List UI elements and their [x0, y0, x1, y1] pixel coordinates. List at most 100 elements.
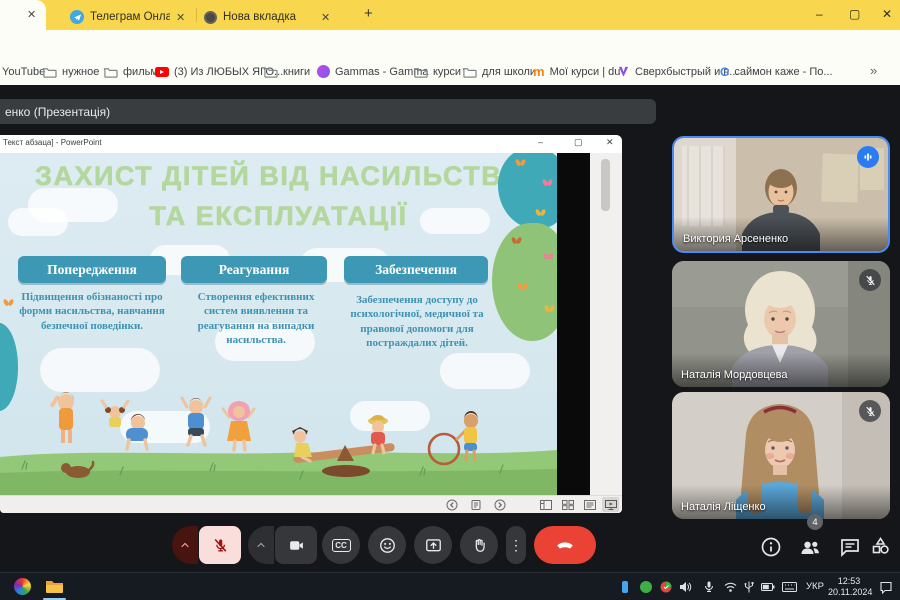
tab-close-icon[interactable]: ✕ — [176, 11, 185, 24]
taskbar-browser-icon[interactable] — [14, 578, 31, 595]
folder-icon — [42, 65, 57, 79]
youtube-icon — [155, 67, 169, 77]
participants-panel-icon[interactable] — [798, 535, 822, 559]
speaking-indicator-icon — [857, 146, 879, 168]
captions-button[interactable]: CC — [322, 526, 360, 564]
tray-antivirus-icon[interactable] — [640, 581, 652, 593]
bookmark-moodle[interactable]: m Мої курси | du — [533, 58, 620, 85]
slide-letterbox — [557, 153, 590, 495]
bookmark-folder-kursy[interactable]: курси — [413, 58, 461, 85]
tab-close-icon[interactable]: ✕ — [321, 11, 330, 24]
v-gradient-icon — [617, 65, 630, 78]
participant-tile-mordovtseva[interactable]: Наталія Мордовцева — [672, 261, 890, 387]
mic-mute-button[interactable] — [199, 526, 241, 564]
prev-slide-icon[interactable] — [446, 499, 458, 511]
presentation-label-bar: енко (Презентація) — [0, 99, 656, 124]
bookmark-folder-dlya-shkoly[interactable]: для школи — [462, 58, 536, 85]
children-illustration — [0, 365, 557, 495]
tray-pie-icon[interactable] — [660, 581, 672, 593]
camera-options-chevron[interactable] — [248, 526, 274, 564]
camera-control-group — [248, 526, 317, 564]
slideshow-view-button[interactable] — [602, 497, 619, 512]
pillar-text-1: Підвищення обізнаності про форми насильс… — [6, 290, 178, 333]
butterfly-icon — [516, 159, 525, 167]
butterfly-icon — [518, 283, 527, 291]
normal-view-icon[interactable] — [540, 500, 552, 510]
tray-mic-icon[interactable] — [703, 581, 715, 593]
slide-title-line2: ТА ЕКСПЛУАТАЦІЇ — [0, 201, 557, 232]
butterfly-icon — [543, 179, 552, 187]
raise-hand-button[interactable] — [460, 526, 498, 564]
tab-telegram[interactable]: Телеграм Онлайн (неофициа ✕ — [70, 4, 192, 30]
language-indicator[interactable]: УКР — [806, 581, 824, 592]
usb-icon[interactable] — [744, 581, 754, 593]
slide: ЗАХИСТ ДІТЕЙ ВІД НАСИЛЬСТВА ТА ЕКСПЛУАТА… — [0, 153, 557, 495]
chat-panel-icon[interactable] — [838, 535, 862, 559]
tab-close-icon[interactable]: ✕ — [27, 8, 36, 21]
window-minimize-button[interactable]: – — [816, 7, 823, 21]
smiley-icon — [378, 536, 397, 555]
mic-control-group — [172, 526, 241, 564]
bookmark-folder-knigi[interactable]: книги — [263, 58, 310, 85]
bookmark-folder-nuzhnoe[interactable]: нужное — [42, 58, 99, 85]
pillar-text-3: Забезпечення доступу до психологічної, м… — [336, 293, 498, 350]
pillar-text-2: Створення ефективних систем виявлення та… — [180, 290, 332, 347]
next-slide-icon[interactable] — [494, 499, 506, 511]
volume-icon[interactable] — [679, 581, 692, 593]
participant-name: Наталія Мордовцева — [681, 369, 788, 381]
mic-options-chevron[interactable] — [172, 526, 198, 564]
bookmark-youtube[interactable]: YouTube — [2, 58, 45, 85]
present-button[interactable] — [414, 526, 452, 564]
bookmarks-overflow-button[interactable]: » — [870, 63, 877, 78]
clock-date: 20.11.2024 — [828, 587, 870, 598]
annotation-pen-icon[interactable] — [470, 499, 482, 511]
bookmark-folder-film[interactable]: фильм — [103, 58, 158, 85]
folder-icon — [413, 65, 428, 79]
pillar-button-3: Забезпечення — [344, 256, 488, 283]
moodle-icon: m — [533, 64, 545, 79]
butterfly-icon — [544, 253, 553, 261]
taskbar-clock[interactable]: 12:53 20.11.2024 — [828, 576, 870, 599]
participant-name: Наталія Ліщенко — [681, 501, 766, 513]
windows-taskbar: УКР 12:53 20.11.2024 — [0, 572, 900, 600]
action-center-icon[interactable] — [879, 580, 893, 594]
tab-new-tab[interactable]: Нова вкладка ✕ — [204, 4, 354, 30]
mic-muted-icon — [212, 537, 229, 554]
more-options-button[interactable]: ⋮ — [506, 526, 526, 564]
touch-keyboard-icon[interactable] — [782, 582, 797, 592]
bookmarks-bar: YouTube нужное фильм (3) Из ЛЮБЫХ ЯГО...… — [0, 58, 900, 85]
participant-tile-arsenenko[interactable]: Виктория Арсененко — [672, 136, 890, 253]
new-tab-button[interactable]: + — [364, 5, 373, 22]
tray-app-icon[interactable] — [622, 581, 628, 593]
participants-count-badge: 4 — [807, 514, 823, 530]
ppt-maximize-button[interactable]: ▢ — [574, 137, 583, 148]
powerpoint-window: Текст абзаца] - PowerPoint – ▢ ✕ ЗАХИСТ … — [0, 135, 622, 513]
camera-button[interactable] — [275, 526, 317, 564]
file-explorer-icon[interactable] — [45, 579, 64, 594]
tab-label: Нова вкладка — [223, 11, 315, 23]
folder-icon — [103, 65, 118, 79]
end-call-button[interactable] — [534, 526, 596, 564]
ppt-close-button[interactable]: ✕ — [606, 137, 614, 148]
pillar-button-2: Реагування — [181, 256, 327, 283]
reactions-button[interactable] — [368, 526, 406, 564]
ppt-scrollbar[interactable] — [601, 159, 610, 211]
ppt-minimize-button[interactable]: – — [538, 137, 543, 147]
powerpoint-window-title: Текст абзаца] - PowerPoint — [3, 138, 102, 147]
battery-icon[interactable] — [761, 582, 775, 592]
bookmark-gamma[interactable]: Gammas - Gamma — [317, 58, 429, 85]
slide-title-line1: ЗАХИСТ ДІТЕЙ ВІД НАСИЛЬСТВА — [0, 161, 557, 192]
window-maximize-button[interactable]: ▢ — [849, 7, 860, 21]
bookmark-google-search[interactable]: G саймон каже - По... — [720, 58, 833, 85]
tab-active-meet[interactable]: ✕ — [0, 0, 46, 30]
phone-hangup-icon — [554, 534, 576, 556]
reading-view-icon[interactable] — [584, 500, 596, 510]
tab-separator — [196, 8, 197, 22]
wifi-icon[interactable] — [724, 581, 737, 593]
meeting-info-icon[interactable] — [759, 535, 783, 559]
window-close-button[interactable]: ✕ — [882, 7, 892, 21]
activities-icon[interactable] — [868, 535, 892, 559]
participant-tile-lishchenko[interactable]: Наталія Ліщенко — [672, 392, 890, 519]
slide-sorter-view-icon[interactable] — [562, 500, 574, 510]
presentation-label: енко (Презентація) — [5, 105, 110, 119]
